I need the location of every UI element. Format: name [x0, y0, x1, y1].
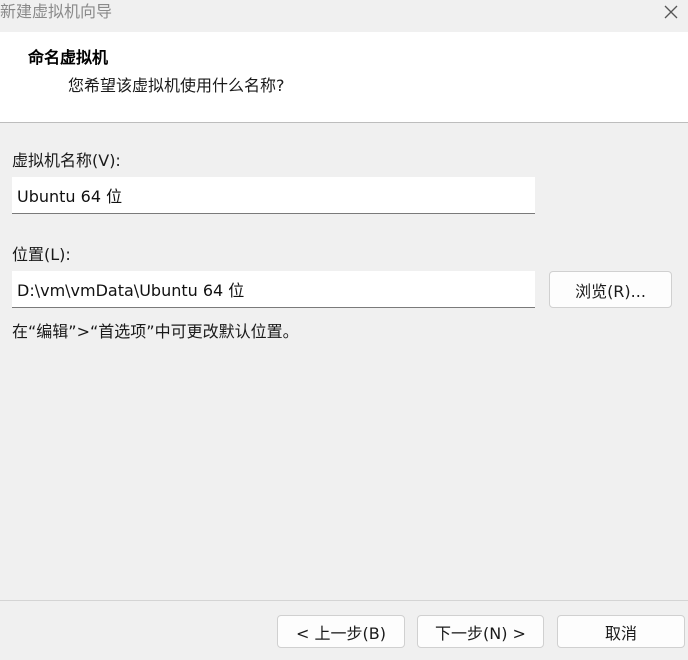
- page-title: 命名虚拟机: [28, 48, 109, 67]
- title-bar: 新建虚拟机向导: [0, 0, 688, 32]
- back-button[interactable]: < 上一步(B): [277, 615, 405, 648]
- cancel-button[interactable]: 取消: [557, 615, 685, 648]
- location-hint: 在“编辑”>“首选项”中可更改默认位置。: [12, 322, 299, 341]
- next-button[interactable]: 下一步(N) >: [417, 615, 544, 648]
- location-input[interactable]: [12, 271, 535, 308]
- wizard-header: 命名虚拟机 您希望该虚拟机使用什么名称?: [0, 32, 688, 123]
- location-label: 位置(L):: [12, 245, 71, 264]
- page-subtitle: 您希望该虚拟机使用什么名称?: [68, 76, 285, 95]
- close-button[interactable]: [654, 0, 688, 24]
- browse-button[interactable]: 浏览(R)...: [549, 271, 672, 308]
- vm-name-label: 虚拟机名称(V):: [12, 151, 121, 170]
- window-title: 新建虚拟机向导: [0, 2, 113, 21]
- footer-divider: [0, 600, 688, 601]
- vm-name-input[interactable]: [12, 177, 535, 214]
- close-icon: [664, 5, 678, 19]
